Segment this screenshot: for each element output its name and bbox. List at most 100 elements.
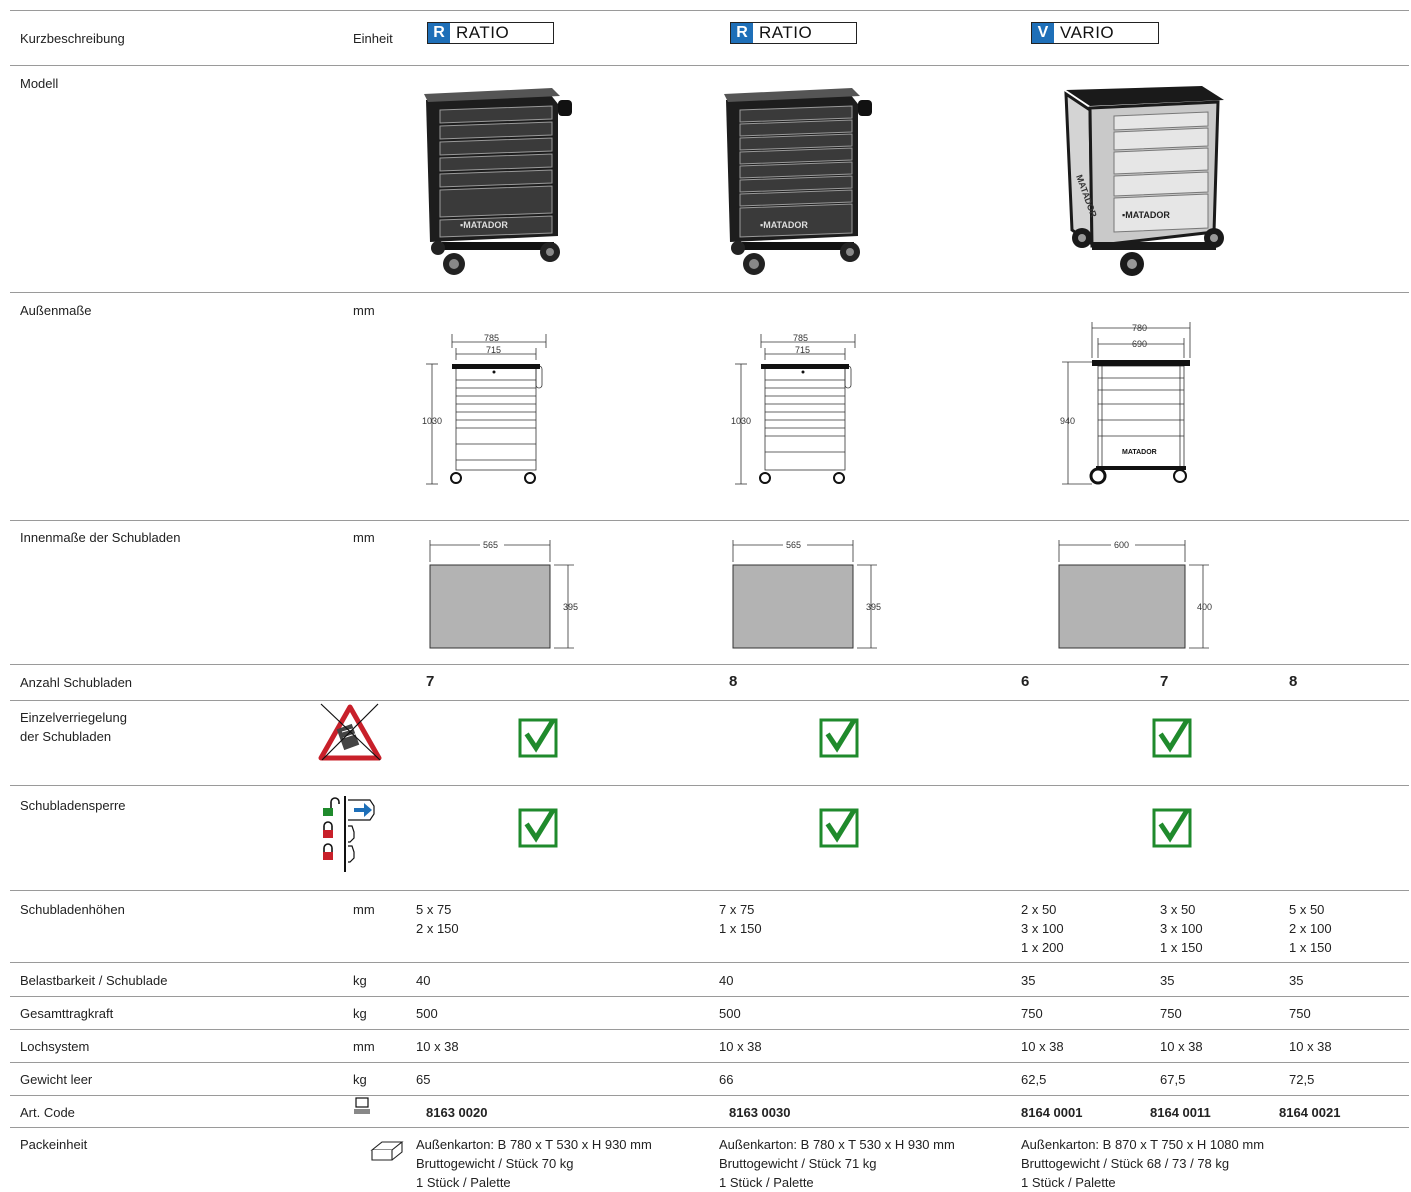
badge-ratio-2: R RATIO bbox=[730, 22, 857, 44]
gewicht-value: 65 bbox=[416, 1072, 431, 1087]
row-label-gewicht: Gewicht leer bbox=[20, 1072, 93, 1087]
row-label-kurzbeschreibung: Kurzbeschreibung bbox=[20, 31, 125, 46]
rule bbox=[10, 890, 1409, 891]
gewicht-value: 62,5 bbox=[1021, 1072, 1047, 1087]
rule bbox=[10, 700, 1409, 701]
row-label-artcode: Art. Code bbox=[20, 1105, 75, 1120]
hoehen-value: 5 x 50 2 x 100 1 x 150 bbox=[1289, 902, 1332, 955]
ratio-cabinet-image-2: ▪MATADOR bbox=[724, 88, 872, 275]
checkbox-checked-icon bbox=[819, 808, 859, 848]
vario-drawing-brand: MATADOR bbox=[1122, 449, 1157, 456]
dim-outer-width: 785 bbox=[793, 333, 808, 343]
unit-hoehen: mm bbox=[353, 902, 375, 917]
anzahl-value: 7 bbox=[426, 673, 435, 690]
dim-outer-width: 785 bbox=[484, 333, 499, 343]
dim-height: 1030 bbox=[422, 416, 442, 426]
checkbox-checked-icon bbox=[518, 718, 558, 758]
unit-innenmasse: mm bbox=[353, 530, 375, 545]
ratio-cabinet-image-1: ▪MATADOR bbox=[424, 88, 572, 275]
rule bbox=[10, 292, 1409, 293]
drawer-depth: 395 bbox=[866, 602, 881, 612]
badge-letter: R bbox=[428, 23, 450, 43]
rule bbox=[10, 785, 1409, 786]
artcode-value: 8164 0011 bbox=[1150, 1105, 1211, 1120]
hoehen-value: 7 x 75 1 x 150 bbox=[719, 902, 762, 936]
rule bbox=[10, 520, 1409, 521]
row-label-packeinheit: Packeinheit bbox=[20, 1137, 88, 1152]
unit-gesamttragkraft: kg bbox=[353, 1006, 367, 1021]
svg-text:▪MATADOR: ▪MATADOR bbox=[760, 220, 808, 230]
row-label-belastbarkeit: Belastbarkeit / Schublade bbox=[20, 973, 168, 988]
belastbarkeit-value: 35 bbox=[1289, 973, 1304, 988]
vario-cabinet-image: ▪MATADOR MATADOR bbox=[1064, 86, 1224, 276]
badge-letter: V bbox=[1032, 23, 1054, 43]
drawer-depth: 395 bbox=[563, 602, 578, 612]
row-label-gesamttragkraft: Gesamttragkraft bbox=[20, 1006, 114, 1021]
row-label-sperre: Schubladensperre bbox=[20, 798, 126, 813]
anzahl-value: 8 bbox=[1289, 673, 1298, 690]
dim-inner-width: 715 bbox=[486, 345, 501, 355]
drawer-inner-dimension-1: 565 395 bbox=[429, 539, 578, 649]
barcode-scanner-icon bbox=[354, 1097, 370, 1114]
gesamttragkraft-value: 750 bbox=[1160, 1006, 1182, 1021]
svg-text:▪MATADOR: ▪MATADOR bbox=[460, 220, 508, 230]
anzahl-value: 7 bbox=[1160, 673, 1169, 690]
lochsystem-value: 10 x 38 bbox=[1021, 1039, 1064, 1054]
drawer-lock-icon bbox=[323, 796, 375, 872]
row-label-anzahl: Anzahl Schubladen bbox=[20, 675, 133, 690]
drawer-depth: 400 bbox=[1197, 602, 1212, 612]
row-label-line: der Schubladen bbox=[20, 729, 112, 744]
unit-aussenmasse: mm bbox=[353, 303, 375, 318]
lochsystem-value: 10 x 38 bbox=[416, 1039, 459, 1054]
ratio-dimension-drawing-2: 785 715 1030 bbox=[731, 333, 856, 485]
drawer-inner-dimension-3: 600 400 bbox=[1058, 539, 1212, 649]
lochsystem-value: 10 x 38 bbox=[1289, 1039, 1332, 1054]
gewicht-value: 67,5 bbox=[1160, 1072, 1186, 1087]
unit-gewicht: kg bbox=[353, 1072, 367, 1087]
checkbox-checked-icon bbox=[1152, 718, 1192, 758]
checkbox-checked-icon bbox=[1152, 808, 1192, 848]
belastbarkeit-value: 40 bbox=[416, 973, 431, 988]
badge-name: VARIO bbox=[1060, 23, 1115, 42]
gewicht-value: 72,5 bbox=[1289, 1072, 1315, 1087]
badge-ratio-1: R RATIO bbox=[427, 22, 554, 44]
dim-outer-width: 780 bbox=[1132, 323, 1147, 333]
gesamttragkraft-value: 750 bbox=[1289, 1006, 1311, 1021]
dim-inner-width: 715 bbox=[795, 345, 810, 355]
artcode-value: 8163 0020 bbox=[426, 1105, 488, 1120]
pack-value: Außenkarton: B 780 x T 530 x H 930 mm Br… bbox=[719, 1137, 955, 1190]
rule bbox=[10, 1029, 1409, 1030]
package-box-icon bbox=[370, 1141, 404, 1161]
gewicht-value: 66 bbox=[719, 1072, 734, 1087]
rule bbox=[10, 10, 1409, 11]
drawer-inner-dimension-2: 565 395 bbox=[732, 539, 881, 649]
badge-letter: R bbox=[731, 23, 753, 43]
rule bbox=[10, 962, 1409, 963]
lochsystem-value: 10 x 38 bbox=[719, 1039, 762, 1054]
drawer-width: 565 bbox=[483, 540, 498, 550]
badge-name: RATIO bbox=[759, 23, 813, 42]
svg-text:▪MATADOR: ▪MATADOR bbox=[1122, 210, 1170, 220]
unit-lochsystem: mm bbox=[353, 1039, 375, 1054]
pack-value: Außenkarton: B 780 x T 530 x H 930 mm Br… bbox=[416, 1137, 652, 1190]
drawer-width: 565 bbox=[786, 540, 801, 550]
anzahl-value: 6 bbox=[1021, 673, 1030, 690]
dim-height: 940 bbox=[1060, 416, 1075, 426]
dim-height: 1030 bbox=[731, 416, 751, 426]
rule bbox=[10, 65, 1409, 66]
rule bbox=[10, 1127, 1409, 1128]
checkbox-checked-icon bbox=[518, 808, 558, 848]
rule bbox=[10, 996, 1409, 997]
rule bbox=[10, 1095, 1409, 1096]
belastbarkeit-value: 40 bbox=[719, 973, 734, 988]
unit-header: Einheit bbox=[353, 31, 393, 46]
artcode-value: 8163 0030 bbox=[729, 1105, 791, 1120]
checkbox-checked-icon bbox=[819, 718, 859, 758]
warning-tipping-icon bbox=[318, 703, 382, 761]
anzahl-value: 8 bbox=[729, 673, 738, 690]
pack-value: Außenkarton: B 870 x T 750 x H 1080 mm B… bbox=[1021, 1137, 1265, 1190]
hoehen-value: 5 x 75 2 x 150 bbox=[416, 902, 459, 936]
hoehen-value: 3 x 50 3 x 100 1 x 150 bbox=[1160, 902, 1203, 955]
hoehen-value: 2 x 50 3 x 100 1 x 200 bbox=[1021, 902, 1064, 955]
gesamttragkraft-value: 500 bbox=[719, 1006, 741, 1021]
